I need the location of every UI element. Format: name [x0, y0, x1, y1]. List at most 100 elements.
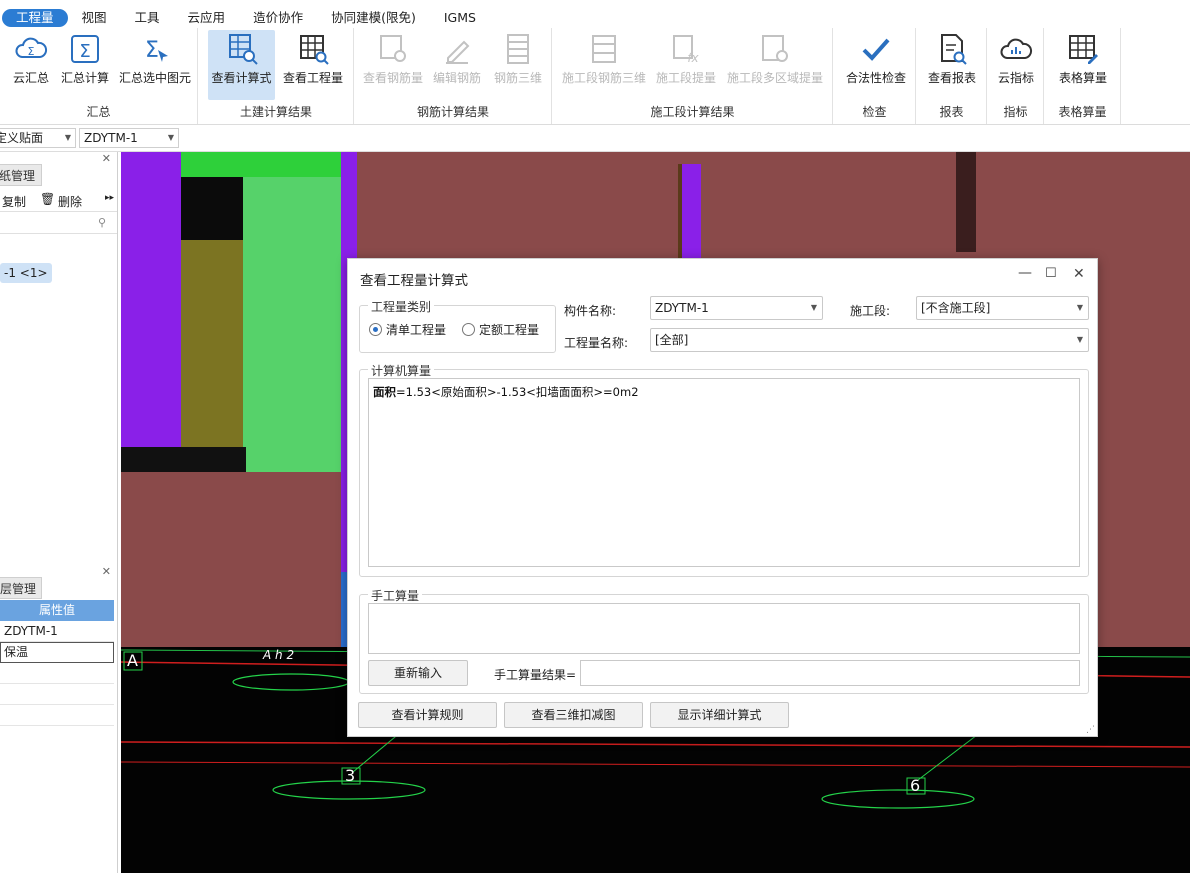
summary-selected-button[interactable]: Σ 汇总选中图元: [116, 30, 194, 98]
validity-check-button[interactable]: 合法性检查: [840, 30, 912, 98]
quantity-formula-dialog: 查看工程量计算式 — ☐ ✕ 工程量类别 清单工程量 定额工程量 构件名称: Z…: [347, 258, 1098, 737]
rebar-magnifier-icon: [380, 35, 406, 62]
group-index: 云指标 指标: [988, 28, 1044, 124]
component-name-label: 构件名称:: [564, 304, 617, 318]
panel-toolbar: 复制 🗑 删除 ▸▸: [0, 188, 117, 212]
axis-label-a: A: [127, 651, 138, 670]
rebar-cage-icon: [507, 34, 529, 64]
section-multiarea-button[interactable]: 施工段多区域提量: [723, 30, 827, 98]
table-calc-button[interactable]: 表格算量: [1051, 30, 1115, 98]
axis-text: A h 2: [263, 648, 295, 662]
radio-checked-icon: [369, 323, 382, 336]
chevron-down-icon: ▼: [1076, 335, 1083, 344]
component-type-select[interactable]: 定义贴面 ▼: [0, 128, 76, 148]
component-name-select[interactable]: ZDYTM-1 ▼: [650, 296, 823, 320]
property-row[interactable]: 保温: [0, 642, 114, 663]
section-label: 施工段:: [850, 304, 891, 318]
group-civil-results: 查看计算式 查看工程量 土建计算结果: [199, 28, 354, 124]
more-icon[interactable]: ▸▸: [105, 193, 114, 203]
close-icon[interactable]: ✕: [102, 152, 111, 165]
computer-calc-group: 计算机算量 面积=1.53<原始面积>-1.53<扣墙面面积>=0m2: [359, 362, 1089, 577]
section-rebar-icon: [592, 35, 616, 63]
group-summary: Σ 云汇总 Σ 汇总计算 Σ 汇总选中图元 汇总: [0, 28, 198, 124]
view-quantity-button[interactable]: 查看工程量: [279, 30, 347, 98]
radio-quota-quantity[interactable]: 定额工程量: [462, 321, 539, 338]
view-report-button[interactable]: 查看报表: [923, 30, 981, 98]
maximize-icon[interactable]: ☐: [1045, 266, 1057, 281]
group-check: 合法性检查 检查: [834, 28, 916, 124]
tab-drawing-management[interactable]: 纸管理: [0, 164, 42, 186]
left-panel: ✕ 纸管理 复制 🗑 删除 ▸▸ ⚲ -1 <1> ✕ 层管理 属性值 ZDYT…: [0, 152, 118, 873]
quantity-name-label: 工程量名称:: [564, 336, 629, 350]
view-3d-deduction-button[interactable]: 查看三维扣减图: [504, 702, 643, 728]
show-detail-formula-button[interactable]: 显示详细计算式: [650, 702, 789, 728]
svg-text:Σ: Σ: [145, 38, 159, 63]
group-rebar-results: 查看钢筋量 编辑钢筋 钢筋三维 钢筋计算结果: [355, 28, 552, 124]
table-magnifier-icon: [228, 34, 258, 65]
property-header: 属性值: [0, 600, 114, 621]
manual-formula-input[interactable]: [368, 603, 1080, 654]
menu-collab-modeling[interactable]: 协同建模(限免): [317, 9, 430, 27]
quantity-type-group: 工程量类别 清单工程量 定额工程量: [359, 298, 556, 353]
grid-magnifier-icon: [300, 35, 329, 65]
cloud-chart-icon: [1000, 38, 1033, 59]
cloud-index-button[interactable]: 云指标: [992, 30, 1040, 98]
search-box[interactable]: ⚲: [0, 214, 117, 234]
chevron-down-icon: ▼: [64, 133, 71, 142]
close-icon[interactable]: ✕: [102, 565, 111, 578]
summary-calc-button[interactable]: Σ 汇总计算: [58, 30, 112, 98]
ribbon: Σ 云汇总 Σ 汇总计算 Σ 汇总选中图元 汇总 查看计算式 查看工程量 土建计…: [0, 28, 1190, 125]
menu-bar: 工程量 视图 工具 云应用 造价协作 协同建模(限免) IGMS: [0, 8, 1190, 28]
trash-icon: 🗑: [40, 192, 56, 206]
copy-button[interactable]: 复制: [2, 193, 26, 210]
title-bar: [0, 0, 1190, 8]
chevron-down-icon: ▼: [810, 303, 817, 312]
area-magnifier-icon: [762, 35, 788, 62]
reenter-button[interactable]: 重新输入: [368, 660, 468, 686]
svg-text:fx: fx: [687, 51, 699, 65]
minimize-icon[interactable]: —: [1018, 265, 1032, 281]
selector-bar: 定义贴面 ▼ ZDYTM-1 ▼: [0, 125, 1190, 152]
svg-text:Σ: Σ: [79, 41, 90, 62]
group-table-calc: 表格算量 表格算量: [1045, 28, 1121, 124]
view-rebar-button[interactable]: 查看钢筋量: [361, 30, 425, 98]
sigma-icon: Σ: [71, 35, 99, 63]
axis-label-6: 6: [910, 776, 921, 795]
view-formula-button[interactable]: 查看计算式: [208, 30, 275, 100]
tree-item[interactable]: -1 <1>: [0, 263, 52, 283]
section-quantity-button[interactable]: fx 施工段提量: [653, 30, 719, 98]
menu-cloud[interactable]: 云应用: [174, 9, 240, 27]
property-row: [0, 684, 114, 705]
chevron-down-icon: ▼: [167, 133, 174, 142]
view-rules-button[interactable]: 查看计算规则: [358, 702, 497, 728]
check-icon: [862, 38, 890, 61]
menu-tools[interactable]: 工具: [121, 9, 174, 27]
cloud-summary-button[interactable]: Σ 云汇总: [8, 30, 54, 98]
menu-cost-collab[interactable]: 造价协作: [239, 9, 317, 27]
radio-list-quantity[interactable]: 清单工程量: [369, 321, 446, 338]
quantity-name-select[interactable]: [全部] ▼: [650, 328, 1089, 352]
menu-igms[interactable]: IGMS: [430, 9, 490, 27]
section-select[interactable]: [不含施工段] ▼: [916, 296, 1089, 320]
search-icon: ⚲: [98, 216, 107, 229]
close-icon[interactable]: ✕: [1073, 266, 1085, 282]
property-row: [0, 663, 114, 684]
tab-layer-management[interactable]: 层管理: [0, 577, 42, 599]
manual-result-input[interactable]: [580, 660, 1080, 686]
section-rebar-3d-button[interactable]: 施工段钢筋三维: [559, 30, 649, 98]
delete-button[interactable]: 删除: [58, 193, 82, 210]
component-name-select[interactable]: ZDYTM-1 ▼: [79, 128, 179, 148]
property-row: [0, 705, 114, 726]
formula-text-area[interactable]: 面积=1.53<原始面积>-1.53<扣墙面面积>=0m2: [368, 378, 1080, 567]
group-section-results: 施工段钢筋三维 fx 施工段提量 施工段多区域提量 施工段计算结果: [553, 28, 833, 124]
manual-calc-group: 手工算量 重新输入 手工算量结果=: [359, 587, 1089, 694]
svg-text:Σ: Σ: [28, 45, 35, 58]
menu-quantity[interactable]: 工程量: [2, 9, 68, 27]
chevron-down-icon: ▼: [1076, 303, 1083, 312]
fx-icon: fx: [673, 35, 700, 65]
menu-view[interactable]: 视图: [68, 9, 121, 27]
property-row[interactable]: ZDYTM-1: [0, 621, 114, 642]
rebar-3d-button[interactable]: 钢筋三维: [489, 30, 547, 98]
edit-rebar-button[interactable]: 编辑钢筋: [429, 30, 485, 98]
resize-grip-icon[interactable]: ⋰: [1086, 725, 1095, 735]
